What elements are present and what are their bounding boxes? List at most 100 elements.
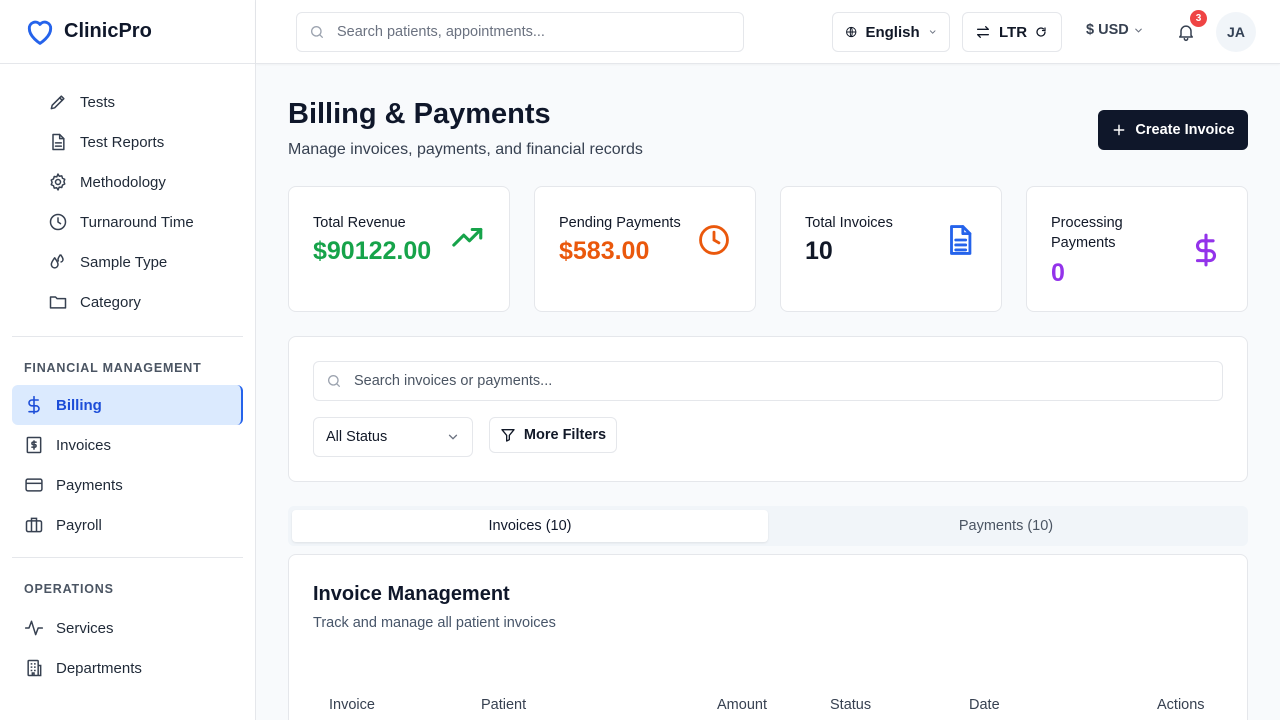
trending-up-icon <box>452 227 483 247</box>
stat-value: 0 <box>1051 259 1065 287</box>
filters-panel: All Status More Filters <box>288 336 1248 482</box>
column-header-date[interactable]: Date <box>969 697 1000 713</box>
column-header-actions: Actions <box>1157 697 1205 713</box>
pencil-icon <box>50 95 65 110</box>
financial-section: FINANCIAL MANAGEMENT Billing Invoices Pa… <box>0 356 255 545</box>
globe-icon <box>846 26 857 38</box>
top-header: English LTR $ USD 3 JA <box>256 0 1280 64</box>
column-header-status[interactable]: Status <box>830 697 871 713</box>
direction-label: LTR <box>999 23 1028 41</box>
file-text-icon <box>950 225 972 255</box>
sidebar-item-invoices[interactable]: Invoices <box>0 425 255 465</box>
status-select[interactable]: All Status <box>313 417 473 457</box>
create-invoice-label: Create Invoice <box>1135 122 1235 138</box>
sidebar-item-label: Turnaround Time <box>80 213 194 231</box>
sidebar-divider <box>12 557 243 558</box>
folder-icon <box>49 296 67 309</box>
section-title: FINANCIAL MANAGEMENT <box>24 361 202 375</box>
currency-label: $ USD <box>1086 22 1129 38</box>
sidebar-item-tests[interactable]: Tests <box>0 82 255 122</box>
direction-toggle[interactable]: LTR <box>962 12 1062 52</box>
lab-nav: Tests Test Reports Methodology Turnaroun… <box>0 82 255 322</box>
section-subtitle: Track and manage all patient invoices <box>313 615 556 631</box>
sidebar-divider <box>12 336 243 337</box>
dollar-icon <box>1195 233 1216 267</box>
language-selector[interactable]: English <box>832 12 950 52</box>
language-label: English <box>865 23 920 41</box>
search-icon <box>328 375 340 387</box>
more-filters-button[interactable]: More Filters <box>489 417 617 453</box>
column-header-amount[interactable]: Amount <box>717 697 767 713</box>
droplets-icon <box>50 254 64 269</box>
search-input[interactable] <box>337 24 717 40</box>
stat-label: Total Invoices <box>805 215 893 231</box>
stat-card-processing-payments: Processing Payments 0 <box>1026 186 1248 312</box>
document-icon <box>52 133 65 151</box>
notification-badge: 3 <box>1190 10 1207 27</box>
sidebar-item-label: Category <box>80 293 141 311</box>
avatar[interactable]: JA <box>1216 12 1256 52</box>
stat-label: Processing Payments <box>1051 215 1123 251</box>
receipt-icon <box>26 436 42 454</box>
sidebar-item-label: Methodology <box>80 173 166 191</box>
brand[interactable]: ClinicPro <box>0 0 255 64</box>
briefcase-icon <box>25 517 43 533</box>
gear-icon <box>50 173 66 191</box>
chevron-down-icon <box>929 30 936 34</box>
sidebar-item-departments[interactable]: Departments <box>0 648 255 688</box>
invoice-search-input[interactable] <box>354 373 1194 389</box>
sidebar-item-label: Invoices <box>56 436 112 454</box>
sidebar-item-label: Payroll <box>56 516 102 534</box>
sidebar-item-methodology[interactable]: Methodology <box>0 162 255 202</box>
plus-icon <box>1114 124 1125 136</box>
operations-section: OPERATIONS Services Departments <box>0 577 255 688</box>
filter-icon <box>501 429 515 442</box>
sidebar-item-label: Tests <box>80 93 116 111</box>
dollar-icon <box>28 395 40 415</box>
stat-label: Total Revenue <box>313 215 406 231</box>
currency-selector[interactable]: $ USD <box>1086 22 1144 38</box>
sidebar-item-label: Payments <box>56 476 123 494</box>
create-invoice-button[interactable]: Create Invoice <box>1098 110 1248 150</box>
sidebar: ClinicPro Tests Test Reports Methodology… <box>0 0 256 720</box>
invoice-search[interactable] <box>313 361 1223 401</box>
section-title: Invoice Management <box>313 583 510 605</box>
refresh-icon <box>1036 27 1046 37</box>
sidebar-item-label: Services <box>56 619 114 637</box>
invoice-management-card: Invoice Management Track and manage all … <box>288 554 1248 720</box>
tab-invoices[interactable]: Invoices (10) <box>292 510 768 542</box>
sidebar-item-label: Billing <box>56 396 102 414</box>
sidebar-item-label: Test Reports <box>80 133 165 151</box>
arrows-left-right-icon <box>977 26 989 38</box>
sidebar-item-test-reports[interactable]: Test Reports <box>0 122 255 162</box>
heart-logo-icon <box>27 20 53 45</box>
stat-value: $583.00 <box>559 237 650 265</box>
page-title: Billing & Payments <box>288 98 551 130</box>
tab-payments[interactable]: Payments (10) <box>768 510 1244 542</box>
section-title: OPERATIONS <box>24 582 114 596</box>
global-search[interactable] <box>296 12 744 52</box>
stat-label: Pending Payments <box>559 215 681 231</box>
search-icon <box>311 26 323 38</box>
brand-name: ClinicPro <box>64 20 152 42</box>
credit-card-icon <box>25 478 43 492</box>
activity-icon <box>24 620 44 636</box>
billing-tabs: Invoices (10) Payments (10) <box>288 506 1248 546</box>
building-icon <box>27 659 42 677</box>
status-select-value: All Status <box>326 429 388 445</box>
page-subtitle: Manage invoices, payments, and financial… <box>288 141 643 158</box>
sidebar-item-payroll[interactable]: Payroll <box>0 505 255 545</box>
sidebar-item-payments[interactable]: Payments <box>0 465 255 505</box>
more-filters-label: More Filters <box>523 427 607 443</box>
sidebar-item-sample-type[interactable]: Sample Type <box>0 242 255 282</box>
sidebar-item-label: Departments <box>56 659 142 677</box>
column-header-invoice[interactable]: Invoice <box>329 697 375 713</box>
stat-value: $90122.00 <box>313 237 432 265</box>
clock-icon <box>49 213 67 231</box>
sidebar-item-services[interactable]: Services <box>0 608 255 648</box>
stat-card-total-revenue: Total Revenue $90122.00 <box>288 186 510 312</box>
sidebar-item-turnaround-time[interactable]: Turnaround Time <box>0 202 255 242</box>
column-header-patient[interactable]: Patient <box>481 697 526 713</box>
sidebar-item-billing[interactable]: Billing <box>12 385 243 425</box>
sidebar-item-category[interactable]: Category <box>0 282 255 322</box>
